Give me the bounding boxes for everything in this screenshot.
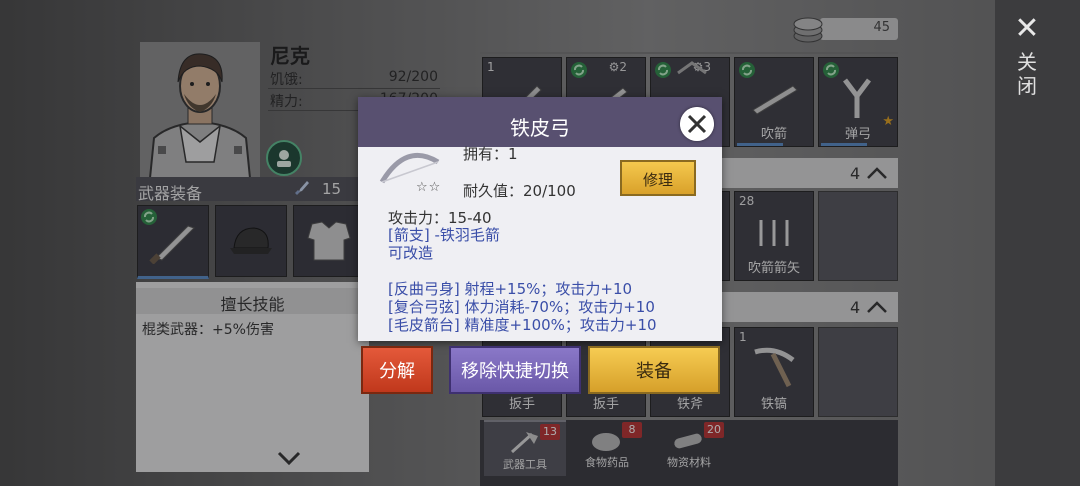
- modifiable-label: 可改造: [388, 244, 434, 262]
- equip-button[interactable]: 装备: [588, 346, 720, 394]
- close-icon[interactable]: ✕: [1012, 14, 1042, 44]
- rarity-stars: ☆☆: [416, 180, 442, 195]
- decompose-button[interactable]: 分解: [361, 346, 433, 394]
- repair-button[interactable]: 修理: [620, 160, 696, 196]
- close-label[interactable]: 关闭: [1014, 50, 1040, 98]
- close-icon[interactable]: [680, 107, 714, 141]
- durability-value: 耐久值：20/100: [463, 182, 576, 200]
- mod-line: [毛皮箭台] 精准度+100%；攻击力+10: [388, 316, 657, 334]
- remove-quick-switch-button[interactable]: 移除快捷切换: [449, 346, 581, 394]
- owned-count: 拥有：1: [463, 145, 518, 163]
- modal-title: 铁皮弓: [510, 116, 570, 140]
